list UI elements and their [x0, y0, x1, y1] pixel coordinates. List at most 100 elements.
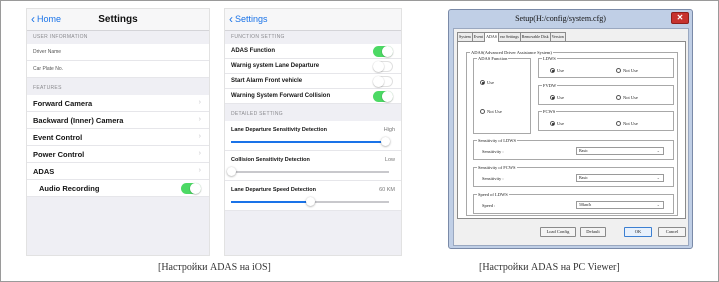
feature-row-event-control[interactable]: Event Control › [27, 129, 209, 146]
caption-pc: [Настройки ADAS на PC Viewer] [479, 262, 620, 273]
chevron-down-icon: ⌄ [656, 175, 660, 180]
fcws-not-use-radio[interactable]: Not Use [616, 121, 638, 126]
function-row-adas: ADAS Function [225, 44, 401, 59]
section-header-features: Features [33, 85, 62, 91]
tab-rear-settings[interactable]: ear Settings [498, 32, 521, 41]
back-button[interactable]: ‹ Settings [229, 11, 268, 26]
close-icon[interactable]: ✕ [671, 12, 689, 24]
ldws-speed-title: Speed of LDWS [478, 192, 508, 197]
slider-value: 60 KM [379, 187, 395, 193]
chevron-right-icon: › [198, 150, 201, 157]
slider-track[interactable] [231, 197, 389, 206]
radio-empty-icon [480, 109, 485, 114]
slider-track[interactable] [231, 137, 391, 146]
tab-adas[interactable]: ADAS [484, 32, 500, 42]
radio-selected-icon [480, 80, 485, 85]
radio-label: Use [557, 121, 564, 126]
fvdw-use-radio[interactable]: Use [550, 95, 564, 100]
ldws-sensitivity-title: Sensitivity of LDWS [478, 138, 516, 143]
ldws-use-radio[interactable]: Use [550, 68, 564, 73]
audio-recording-label: Audio Recording [39, 183, 100, 193]
chevron-right-icon: › [198, 116, 201, 123]
fvdw-not-use-radio[interactable]: Not Use [616, 95, 638, 100]
function-label: Warnig system Lane Departure [231, 63, 320, 69]
audio-recording-toggle[interactable] [181, 182, 201, 194]
ios-adas-screen: ‹ Settings Function setting ADAS Functio… [224, 8, 402, 256]
front-vehicle-toggle[interactable] [373, 75, 393, 87]
radio-label: Not Use [623, 121, 638, 126]
select-value: 50km/h [579, 202, 592, 207]
forward-collision-toggle[interactable] [373, 90, 393, 102]
radio-label: Not Use [623, 68, 638, 73]
tab-version[interactable]: Version [549, 32, 566, 41]
fcws-sensitivity-title: Sensitivity of FCWS [478, 165, 516, 170]
audio-recording-row: Audio Recording [27, 180, 209, 197]
slider-thumb[interactable] [381, 137, 391, 146]
feature-label: Forward Camera [33, 98, 93, 108]
toggle-knob [382, 90, 393, 102]
navbar: ‹ Settings [225, 9, 401, 31]
radio-label: Use [557, 68, 564, 73]
fcws-use-radio[interactable]: Use [550, 121, 564, 126]
tab-system[interactable]: System [457, 32, 473, 41]
radio-empty-icon [616, 121, 621, 126]
back-label: Settings [235, 14, 268, 24]
radio-label: Not Use [487, 109, 502, 114]
ldws-not-use-radio[interactable]: Not Use [616, 68, 638, 73]
tab-removable-disk[interactable]: Removable Disk [519, 32, 551, 41]
adas-group-title: ADAS(Advanced Driver Assistance System) [471, 50, 552, 55]
ldws-sensitivity-select[interactable]: Basic ⌄ [576, 147, 664, 155]
window-title: Setup(H:/config/system.cfg) [515, 14, 606, 23]
car-plate-row[interactable]: Car Plate No. [27, 61, 209, 78]
page-title: Settings [98, 14, 138, 25]
default-button[interactable]: Default [580, 227, 606, 237]
fcws-group: FCWS [538, 109, 674, 131]
toggle-knob [373, 60, 384, 72]
function-use-radio[interactable]: Use [480, 80, 494, 85]
slider-row-speed-detection: Lane Departure Speed Detection 60 KM [225, 181, 401, 211]
adas-function-toggle[interactable] [373, 45, 393, 57]
tab-event[interactable]: Event [471, 32, 486, 41]
function-label: ADAS Function [231, 48, 275, 54]
feature-row-adas[interactable]: ADAS › [27, 163, 209, 180]
slider-label: Lane Departure Sensitivity Detection [231, 127, 327, 133]
radio-label: Not Use [623, 95, 638, 100]
feature-row-power-control[interactable]: Power Control › [27, 146, 209, 163]
ios-settings-screen: ‹ Home Settings User information Driver … [26, 8, 210, 256]
adas-function-title: ADAS Function [478, 56, 508, 61]
chevron-left-icon: ‹ [229, 11, 233, 26]
driver-name-row[interactable]: Driver Name [27, 44, 209, 61]
cancel-button[interactable]: Cancel [658, 227, 686, 237]
radio-selected-icon [550, 121, 555, 126]
fcws-title: FCWS [543, 109, 556, 114]
toggle-knob [382, 45, 393, 57]
slider-row-collision-sensitivity: Collision Sensitivity Detection Low [225, 151, 401, 181]
ok-button[interactable]: OK [624, 227, 652, 237]
chevron-right-icon: › [198, 167, 201, 174]
radio-label: Use [557, 95, 564, 100]
ldws-speed-select[interactable]: 50km/h ⌄ [576, 201, 664, 209]
feature-row-backward-camera[interactable]: Backward (Inner) Camera › [27, 112, 209, 129]
slider-thumb[interactable] [305, 197, 315, 206]
slider-row-lane-sensitivity: Lane Departure Sensitivity Detection Hig… [225, 121, 401, 151]
chevron-right-icon: › [198, 99, 201, 106]
select-value: Basic [579, 148, 588, 153]
ldws-group: LDWS [538, 56, 674, 78]
feature-row-forward-camera[interactable]: Forward Camera › [27, 95, 209, 112]
fcws-sensitivity-select[interactable]: Basic ⌄ [576, 174, 664, 182]
window-titlebar[interactable]: Setup(H:/config/system.cfg) ✕ [449, 10, 692, 27]
chevron-down-icon: ⌄ [656, 202, 660, 207]
feature-label: Backward (Inner) Camera [33, 115, 124, 125]
slider-thumb[interactable] [226, 167, 236, 176]
pc-setup-window: Setup(H:/config/system.cfg) ✕ System Eve… [448, 9, 693, 249]
load-config-button[interactable]: Load Config [540, 227, 576, 237]
fvdw-group: FVDW [538, 83, 674, 105]
ldws-sensitivity-label: Sensitivity : [482, 149, 504, 154]
slider-track[interactable] [226, 167, 389, 176]
navbar: ‹ Home Settings [27, 9, 209, 31]
car-plate-label: Car Plate No. [33, 66, 64, 72]
function-not-use-radio[interactable]: Not Use [480, 109, 502, 114]
radio-label: Use [487, 80, 494, 85]
lane-departure-toggle[interactable] [373, 60, 393, 72]
radio-selected-icon [550, 68, 555, 73]
